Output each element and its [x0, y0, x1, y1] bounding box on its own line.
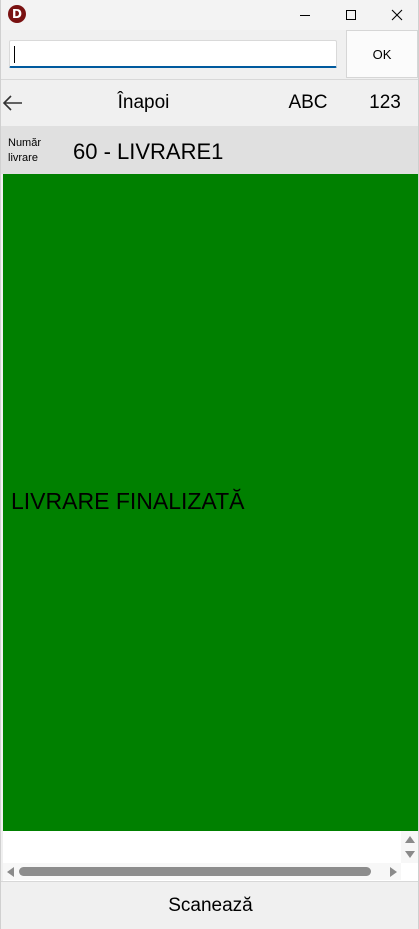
barcode-input[interactable] [9, 40, 337, 68]
nav-row: Înapoi ABC 123 [1, 80, 418, 126]
horizontal-scroll-thumb[interactable] [19, 867, 371, 876]
text-caret [14, 46, 15, 63]
scroll-down-icon[interactable] [405, 851, 415, 858]
close-button[interactable] [374, 0, 419, 30]
delivery-number-value: 60 - LIVRARE1 [73, 139, 224, 164]
input-row: OK [1, 30, 418, 79]
abc-button[interactable]: ABC [277, 80, 339, 126]
vertical-scrollbar[interactable] [401, 831, 418, 863]
back-button[interactable]: Înapoi [61, 80, 226, 126]
status-panel: LIVRARE FINALIZATĂ [3, 174, 418, 831]
numeric-button[interactable]: 123 [354, 80, 416, 126]
close-icon [391, 9, 403, 21]
ok-button[interactable]: OK [346, 30, 418, 78]
maximize-button[interactable] [328, 0, 374, 30]
minimize-icon [300, 15, 310, 16]
scroll-left-icon[interactable] [7, 867, 14, 877]
delivery-number-label: Număr livrare [8, 137, 42, 164]
status-message: LIVRARE FINALIZATĂ [11, 488, 245, 514]
log-text-area[interactable] [3, 831, 418, 881]
horizontal-scrollbar[interactable] [3, 863, 401, 880]
scroll-right-icon[interactable] [390, 867, 397, 877]
app-logo-icon: D [8, 5, 26, 23]
scan-button[interactable]: Scanează [3, 882, 418, 929]
title-bar: D [1, 0, 418, 30]
maximize-icon [346, 10, 356, 20]
app-window: D OK Înapoi ABC 123 Număr livrare 60 - L… [0, 0, 419, 929]
arrow-left-icon[interactable] [1, 92, 25, 114]
scroll-up-icon[interactable] [405, 836, 415, 843]
delivery-row: Număr livrare 60 - LIVRARE1 [1, 126, 418, 174]
minimize-button[interactable] [282, 0, 328, 30]
